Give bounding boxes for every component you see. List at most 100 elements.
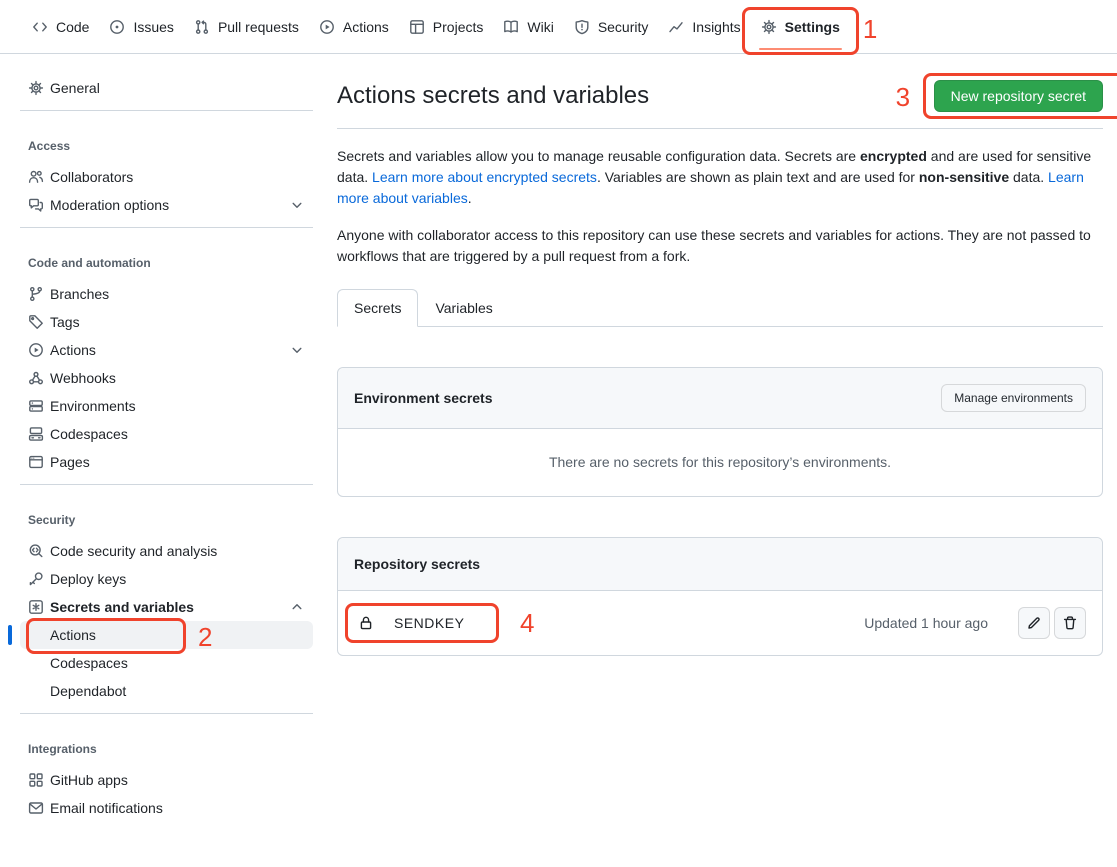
nav-tab-label: Projects (433, 19, 484, 35)
sidebar-subitem-dependabot[interactable]: Dependabot (20, 677, 313, 705)
nav-tab-code[interactable]: Code (22, 0, 99, 53)
sidebar-item-label: Actions (50, 342, 96, 358)
secret-name-area: SENDKEY 4 (354, 615, 464, 631)
intro-paragraph: Secrets and variables allow you to manag… (337, 146, 1103, 209)
play-icon (28, 342, 44, 358)
nav-tab-wiki[interactable]: Wiki (493, 0, 563, 53)
nav-tab-security[interactable]: Security (564, 0, 659, 53)
tag-icon (28, 314, 44, 330)
sidebar-item-label: Collaborators (50, 169, 133, 185)
intro-bold-text: non-sensitive (919, 169, 1009, 185)
tab-variables[interactable]: Variables (418, 289, 509, 327)
new-repository-secret-button[interactable]: New repository secret (934, 80, 1103, 112)
sidebar-section-code-and-automation: Code and automation (20, 236, 313, 280)
sidebar-item-codespaces[interactable]: Codespaces (20, 420, 313, 448)
sidebar-item-collaborators[interactable]: Collaborators (20, 163, 313, 191)
github-settings-page: CodeIssuesPull requests Actions Projects Wi… (0, 0, 1117, 867)
nav-tab-projects[interactable]: Projects (399, 0, 494, 53)
nav-tab-issues[interactable]: Issues (99, 0, 183, 53)
sidebar-divider (20, 110, 313, 111)
sidebar-subitem-label: Actions (50, 627, 96, 643)
fork-note-paragraph: Anyone with collaborator access to this … (337, 225, 1103, 267)
sidebar-item-label: Webhooks (50, 370, 116, 386)
sidebar-subitem-codespaces[interactable]: Codespaces (20, 649, 313, 677)
sidebar-item-label: Secrets and variables (50, 599, 194, 615)
nav-tab-label: Security (598, 19, 649, 35)
nav-tab-label: Settings (785, 19, 840, 35)
nav-tab-insights[interactable]: Insights (658, 0, 750, 53)
annotation-label-2: 2 (198, 624, 212, 650)
sidebar-item-moderation-options[interactable]: Moderation options (20, 191, 313, 219)
intro-text: Secrets and variables allow you to manag… (337, 148, 860, 164)
environment-secrets-empty-text: There are no secrets for this repository… (338, 429, 1102, 496)
sidebar-item-pages[interactable]: Pages (20, 448, 313, 476)
mail-icon (28, 800, 44, 816)
git-branch-icon (28, 286, 44, 302)
sidebar-item-label: Branches (50, 286, 109, 302)
encrypted-secrets-link[interactable]: Learn more about encrypted secrets (372, 169, 597, 185)
sidebar-item-actions[interactable]: Actions (20, 336, 313, 364)
sidebar-item-general[interactable]: General (20, 74, 313, 102)
nav-tab-label: Actions (343, 19, 389, 35)
code-icon (32, 19, 48, 35)
sidebar-item-label: Code security and analysis (50, 543, 217, 559)
sidebar-item-email-notifications[interactable]: Email notifications (20, 794, 313, 822)
secret-row: SENDKEY 4 Updated 1 hour ago (338, 591, 1102, 655)
sidebar-item-label: Codespaces (50, 426, 128, 442)
chevron-down-icon (289, 197, 305, 213)
sidebar-item-webhooks[interactable]: Webhooks (20, 364, 313, 392)
sidebar-item-code-security-and-analysis[interactable]: Code security and analysis (20, 537, 313, 565)
pencil-icon (1026, 615, 1042, 631)
sidebar-item-environments[interactable]: Environments (20, 392, 313, 420)
environment-secrets-box: Environment secrets Manage environments … (337, 367, 1103, 497)
codespaces-icon (28, 426, 44, 442)
codescan-icon (28, 543, 44, 559)
secret-name: SENDKEY (394, 615, 464, 631)
sidebar-subitem-label: Codespaces (50, 655, 128, 671)
lock-icon (358, 615, 374, 631)
gear-icon (761, 19, 777, 35)
repo-nav-tabs: CodeIssuesPull requests Actions Projects Wi… (0, 0, 1117, 54)
sidebar-divider (20, 713, 313, 714)
sidebar-item-label: Environments (50, 398, 136, 414)
sidebar-section-integrations: Integrations (20, 722, 313, 766)
new-secret-button-area: 3 New repository secret (934, 80, 1103, 112)
book-icon (503, 19, 519, 35)
environment-secrets-header: Environment secrets Manage environments (338, 368, 1102, 429)
annotation-label-1: 1 (863, 16, 877, 42)
intro-text: data. (1009, 169, 1048, 185)
intro-text: . (468, 190, 472, 206)
chevron-down-icon (289, 342, 305, 358)
sidebar-item-tags[interactable]: Tags (20, 308, 313, 336)
edit-secret-button[interactable] (1018, 607, 1050, 639)
issue-opened-icon (109, 19, 125, 35)
sidebar-item-branches[interactable]: Branches (20, 280, 313, 308)
sidebar-item-label: Tags (50, 314, 80, 330)
delete-secret-button[interactable] (1054, 607, 1086, 639)
manage-environments-button[interactable]: Manage environments (941, 384, 1086, 412)
sidebar-section-access: Access (20, 119, 313, 163)
server-icon (28, 398, 44, 414)
git-pull-request-icon (194, 19, 210, 35)
sidebar-section-security: Security (20, 493, 313, 537)
sidebar-item-deploy-keys[interactable]: Deploy keys (20, 565, 313, 593)
sidebar-subitem-label: Dependabot (50, 683, 126, 699)
repository-secrets-title: Repository secrets (354, 554, 480, 574)
nav-tab-actions[interactable]: Actions (309, 0, 399, 53)
nav-tab-pull-requests[interactable]: Pull requests (184, 0, 309, 53)
browser-icon (28, 454, 44, 470)
annotation-label-3: 3 (896, 84, 910, 110)
apps-icon (28, 772, 44, 788)
annotation-label-4: 4 (520, 610, 534, 636)
sidebar-item-label: GitHub apps (50, 772, 128, 788)
webhook-icon (28, 370, 44, 386)
gear-icon (28, 80, 44, 96)
tab-secrets[interactable]: Secrets (337, 289, 418, 327)
sidebar-subitem-actions[interactable]: Actions 2 (20, 621, 313, 649)
sidebar-item-github-apps[interactable]: GitHub apps (20, 766, 313, 794)
nav-tab-settings[interactable]: Settings1 (751, 0, 850, 53)
sidebar-item-label: General (50, 80, 100, 96)
sidebar-item-secrets-and-variables[interactable]: Secrets and variables (20, 593, 313, 621)
sidebar-item-label: Pages (50, 454, 90, 470)
nav-tab-label: Insights (692, 19, 740, 35)
